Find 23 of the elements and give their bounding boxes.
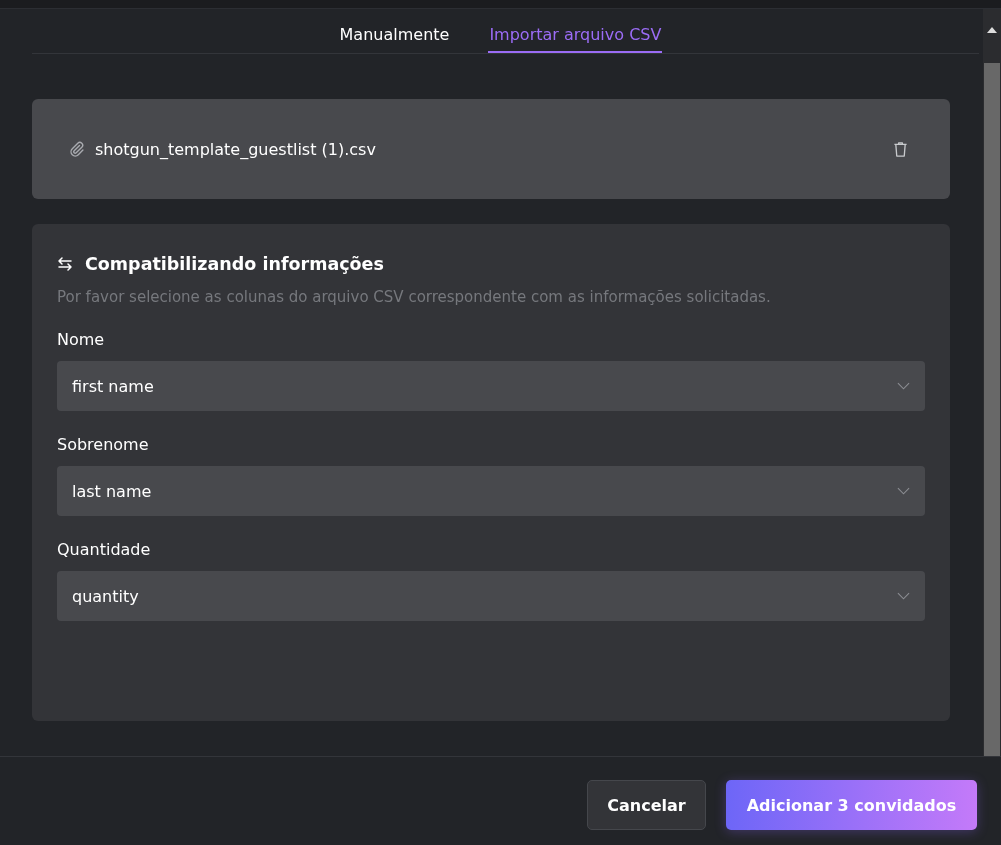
field-label: Nome (57, 330, 106, 349)
cancel-button[interactable]: Cancelar (587, 780, 706, 830)
trash-icon[interactable] (893, 140, 908, 158)
chevron-down-icon (897, 592, 910, 600)
add-guests-button[interactable]: Adicionar 3 convidados (726, 780, 977, 830)
paperclip-icon (69, 141, 85, 157)
swap-arrows-icon (57, 257, 73, 271)
select-value: quantity (72, 586, 139, 606)
select-field[interactable]: quantity (57, 571, 925, 621)
chevron-down-icon (897, 487, 910, 495)
field-label: Quantidade (57, 540, 152, 559)
tab[interactable]: Importar arquivo CSV (488, 9, 663, 53)
scrollbar[interactable] (983, 9, 1001, 756)
chevron-down-icon (897, 382, 910, 390)
tab[interactable]: Manualmente (338, 9, 451, 53)
section-description: Por favor selecione as colunas do arquivo CSV correspondente com as informações solicitadas. (57, 288, 772, 306)
section-title: Compatibilizando informações (85, 254, 384, 274)
select-field[interactable]: last name (57, 466, 925, 516)
field-label: Sobrenome (57, 435, 150, 454)
file-name: shotgun_template_guestlist (1).csv (95, 139, 377, 159)
select-value: last name (72, 481, 152, 501)
select-value: first name (72, 376, 154, 396)
select-field[interactable]: first name (57, 361, 925, 411)
